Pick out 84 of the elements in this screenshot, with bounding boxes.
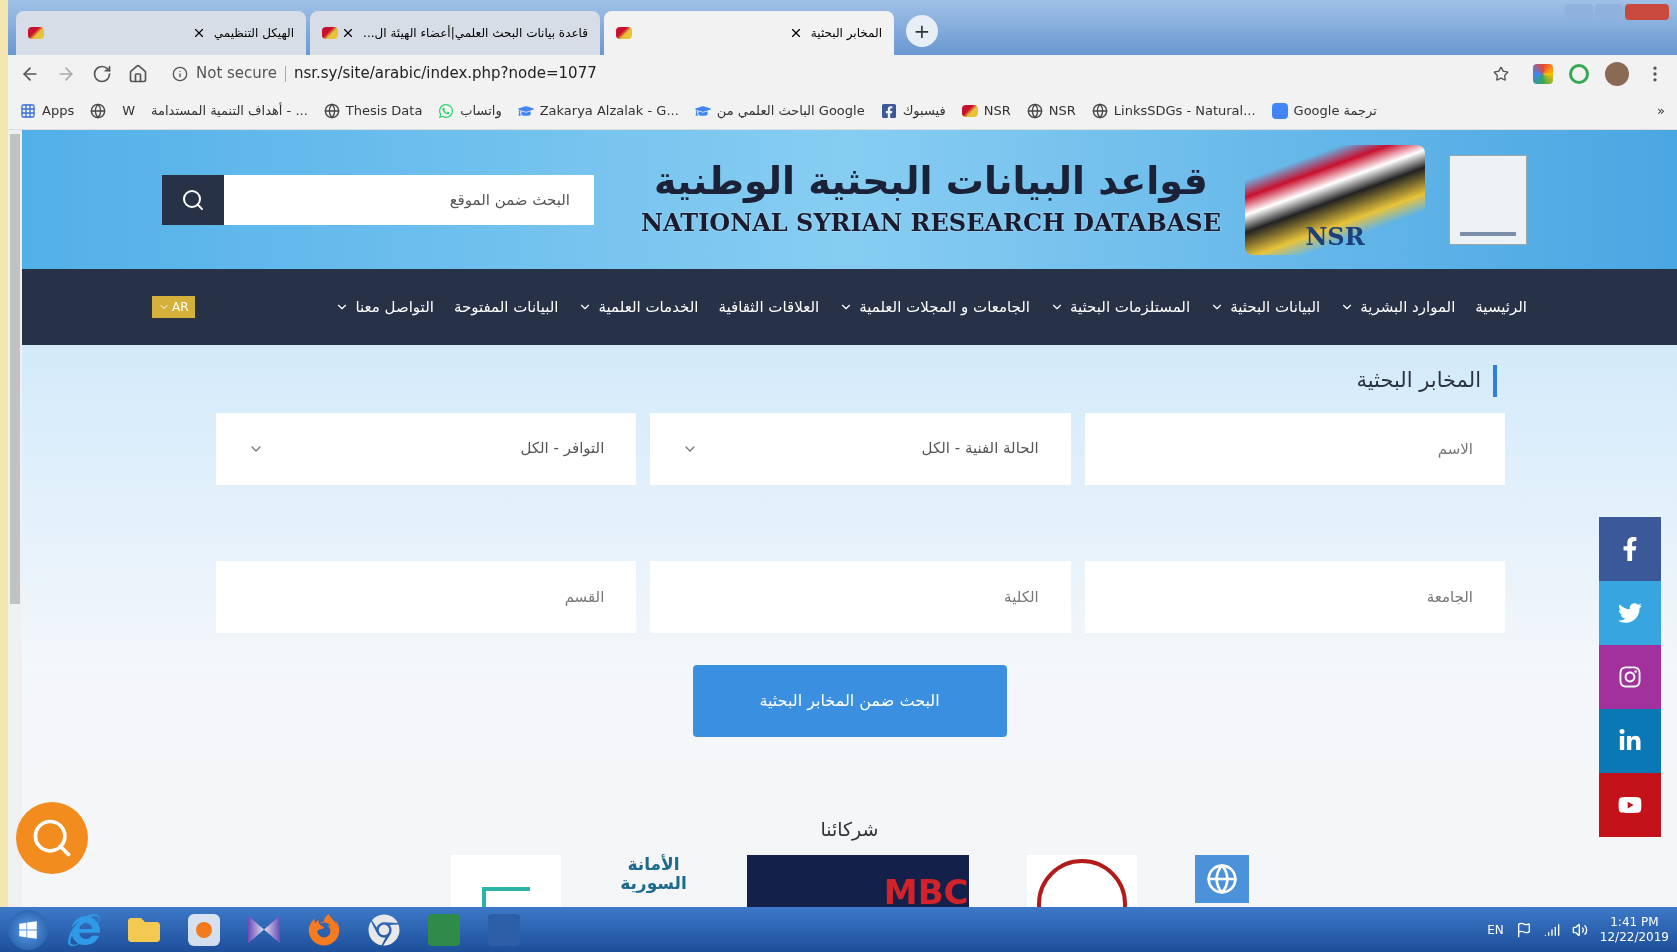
bookmark-link[interactable]: فيسبوك bbox=[880, 100, 946, 121]
reload-icon[interactable] bbox=[92, 63, 112, 84]
nav-link[interactable]: العلاقات الثقافية bbox=[718, 295, 820, 319]
browser-tab[interactable]: المخابر البحثية bbox=[604, 11, 894, 55]
site-title: قواعد البيانات البحثية الوطنية bbox=[654, 157, 1208, 205]
filter-select[interactable]: الحالة الفنية - الكل bbox=[650, 412, 1071, 485]
nav-link[interactable]: الموارد البشرية bbox=[1340, 295, 1456, 319]
windows-icon bbox=[18, 919, 38, 940]
star-icon[interactable] bbox=[1493, 65, 1509, 82]
start-button[interactable] bbox=[8, 909, 48, 950]
social-link[interactable] bbox=[1599, 773, 1661, 837]
security-label: Not secure bbox=[196, 63, 277, 85]
scrollbar[interactable] bbox=[8, 130, 22, 907]
bird-icon bbox=[28, 27, 44, 39]
browser-tab[interactable]: الهيكل التنظيمي bbox=[16, 11, 306, 55]
apps-icon bbox=[20, 102, 36, 119]
nav-link[interactable]: الجامعات و المجلات العلمية bbox=[839, 295, 1030, 319]
social-link[interactable] bbox=[1599, 517, 1661, 581]
signal-icon[interactable] bbox=[1543, 921, 1560, 938]
social-link[interactable] bbox=[1599, 645, 1661, 709]
bookmark-link[interactable]: Zakarya Alzalak - G... bbox=[517, 100, 679, 121]
search-icon[interactable] bbox=[181, 187, 205, 212]
clock[interactable]: 1:41 PM 12/22/2019 bbox=[1599, 914, 1669, 945]
filter-input[interactable]: القسم bbox=[216, 560, 637, 633]
browser-icon[interactable] bbox=[68, 913, 100, 946]
bookmark-link[interactable]: NSR bbox=[1026, 100, 1076, 121]
filter-input[interactable]: الجامعة bbox=[1084, 560, 1505, 633]
extension-icon[interactable] bbox=[1533, 63, 1553, 84]
bookmark-link[interactable]: واتساب bbox=[438, 100, 502, 121]
tab-title: الهيكل التنظيمي bbox=[213, 25, 294, 42]
nsr-logo: NSR bbox=[1245, 144, 1425, 255]
twitter-icon bbox=[1618, 601, 1642, 625]
instagram-icon bbox=[1618, 665, 1642, 689]
language-indicator[interactable]: EN bbox=[1487, 920, 1504, 939]
filter-select[interactable]: التوافر - الكل bbox=[216, 412, 637, 485]
browser-tab[interactable]: قاعدة بيانات البحث العلمي|أعضاء الهيئة ال... bbox=[310, 11, 600, 55]
bird-icon bbox=[616, 27, 632, 39]
bird-icon bbox=[322, 27, 338, 39]
extension-icon[interactable] bbox=[1569, 63, 1589, 84]
chat-icon bbox=[438, 102, 455, 119]
chrome-icon[interactable] bbox=[368, 913, 400, 946]
nav-link[interactable]: الرئيسية bbox=[1475, 295, 1527, 319]
new-tab-button[interactable]: + bbox=[906, 15, 938, 47]
flag-icon[interactable] bbox=[1515, 921, 1532, 938]
nav-link[interactable]: البيانات البحثية bbox=[1210, 295, 1321, 319]
bookmark-link[interactable]: NSR bbox=[961, 100, 1011, 121]
nav-link[interactable]: التواصل معنا bbox=[335, 295, 434, 319]
emblem-logo bbox=[1194, 855, 1249, 903]
site-subtitle: NATIONAL SYRIAN RESEARCH DATABASE bbox=[641, 207, 1221, 240]
nav-link[interactable]: البيانات المفتوحة bbox=[453, 295, 559, 319]
globe-icon bbox=[90, 102, 107, 119]
bookmark-link[interactable]: أهداف التنمية المستدامة - ... bbox=[151, 100, 308, 121]
partners-heading: شركائنا bbox=[820, 816, 879, 843]
linkedin-icon bbox=[1618, 729, 1642, 753]
bookmark-link[interactable]: الباحث العلمي من Google bbox=[694, 100, 865, 121]
section-heading: المخابر البحثية bbox=[1356, 365, 1497, 397]
url-text: nsr.sy/site/arabic/index.php?node=1077 bbox=[293, 63, 597, 85]
facebook-icon bbox=[880, 102, 897, 119]
partner-logo-text: MBC bbox=[883, 877, 969, 907]
social-link[interactable] bbox=[1599, 709, 1661, 773]
bird-icon bbox=[961, 104, 978, 117]
more-bookmarks-button[interactable]: » bbox=[1657, 100, 1665, 121]
bookmark-link[interactable]: W bbox=[122, 100, 136, 121]
avatar-icon[interactable] bbox=[1605, 61, 1629, 86]
nav-link[interactable]: الخدمات العلمية bbox=[578, 295, 699, 319]
bookmark-link[interactable]: Thesis Data bbox=[323, 100, 423, 121]
nav-link[interactable]: المستلزمات البحثية bbox=[1050, 295, 1191, 319]
filter-input[interactable]: الاسم bbox=[1084, 412, 1505, 485]
home-icon[interactable] bbox=[128, 63, 148, 84]
tab-title: قاعدة بيانات البحث العلمي|أعضاء الهيئة ال... bbox=[363, 24, 588, 42]
info-icon bbox=[172, 65, 188, 82]
globe-icon bbox=[323, 102, 340, 119]
globe-icon bbox=[1091, 102, 1108, 119]
speaker-icon[interactable] bbox=[1571, 921, 1588, 938]
bookmark-link[interactable]: LinksSDGs - Natural... bbox=[1091, 100, 1256, 121]
fox-browser-icon[interactable] bbox=[308, 913, 340, 946]
partner-logo-text: الأمانة السورية bbox=[619, 855, 688, 893]
globe-icon bbox=[1026, 102, 1043, 119]
tab-title: المخابر البحثية bbox=[810, 25, 882, 42]
media-player-icon[interactable] bbox=[188, 913, 220, 946]
filter-input[interactable]: الكلية bbox=[650, 560, 1071, 633]
bookmark-link[interactable]: Google ترجمة bbox=[1271, 100, 1377, 121]
bookmark-link[interactable]: Apps bbox=[20, 100, 75, 121]
translate-icon bbox=[1271, 102, 1288, 119]
